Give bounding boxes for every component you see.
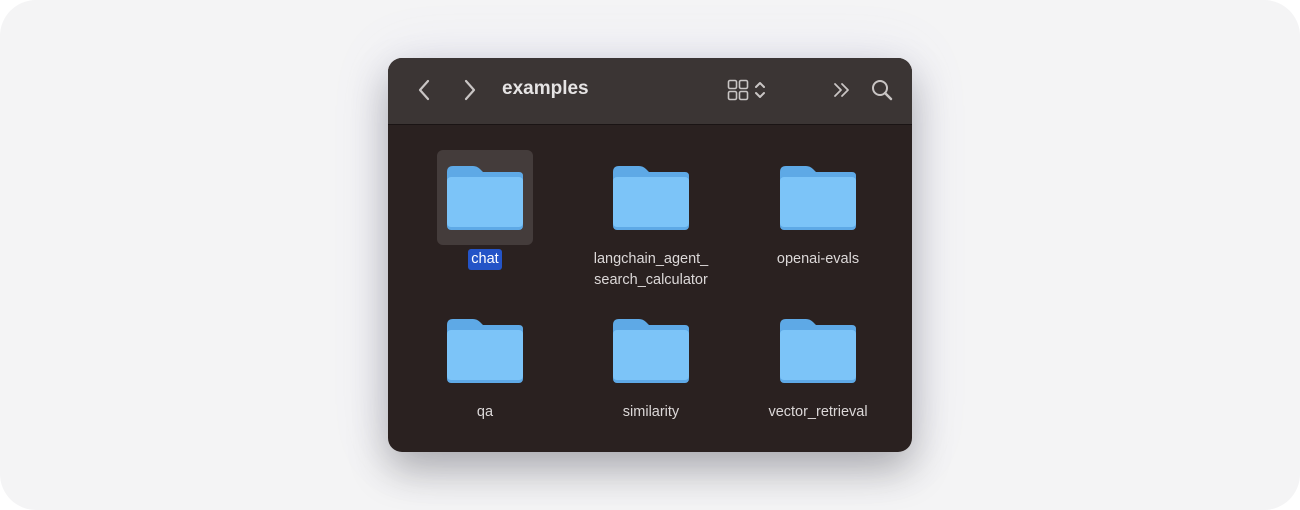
- back-button[interactable]: [410, 76, 438, 104]
- folder-icon: [447, 318, 523, 383]
- folder-item-openai-evals[interactable]: openai-evals: [743, 150, 893, 270]
- folder-label: openai-evals: [776, 251, 860, 267]
- file-grid: chat langchain_agent_ search_calculator: [388, 125, 912, 452]
- finder-window: examples chat langchain_agent_ search_ca…: [388, 58, 912, 452]
- folder-label: vector_retrieval: [768, 404, 868, 420]
- folder-item-similarity[interactable]: similarity: [576, 303, 726, 423]
- grid-view-icon: [727, 79, 749, 101]
- search-icon: [872, 80, 893, 101]
- folder-item-vector-retrieval[interactable]: vector_retrieval: [743, 303, 893, 423]
- folder-label: langchain_agent_ search_calculator: [593, 251, 709, 288]
- folder-item-langchain-agent-search-calculator[interactable]: langchain_agent_ search_calculator: [576, 150, 726, 291]
- window-title: examples: [502, 78, 589, 99]
- folder-icon: [613, 165, 689, 230]
- folder-item-chat[interactable]: chat: [410, 150, 560, 270]
- folder-icon: [613, 318, 689, 383]
- chevron-left-icon: [418, 79, 430, 101]
- folder-item-qa[interactable]: qa: [410, 303, 560, 423]
- forward-button[interactable]: [456, 76, 484, 104]
- up-down-chevron-icon: [755, 82, 765, 98]
- double-chevron-right-icon: [834, 83, 849, 97]
- folder-label: similarity: [622, 404, 680, 420]
- folder-label: chat: [468, 249, 502, 270]
- folder-label: qa: [476, 404, 494, 420]
- folder-icon: [780, 165, 856, 230]
- folder-icon: [447, 165, 523, 230]
- view-options-button[interactable]: [722, 76, 772, 104]
- chevron-right-icon: [464, 79, 476, 101]
- search-button[interactable]: [868, 76, 896, 104]
- toolbar: examples: [388, 58, 912, 125]
- folder-icon: [780, 318, 856, 383]
- more-toolbar-button[interactable]: [828, 76, 856, 104]
